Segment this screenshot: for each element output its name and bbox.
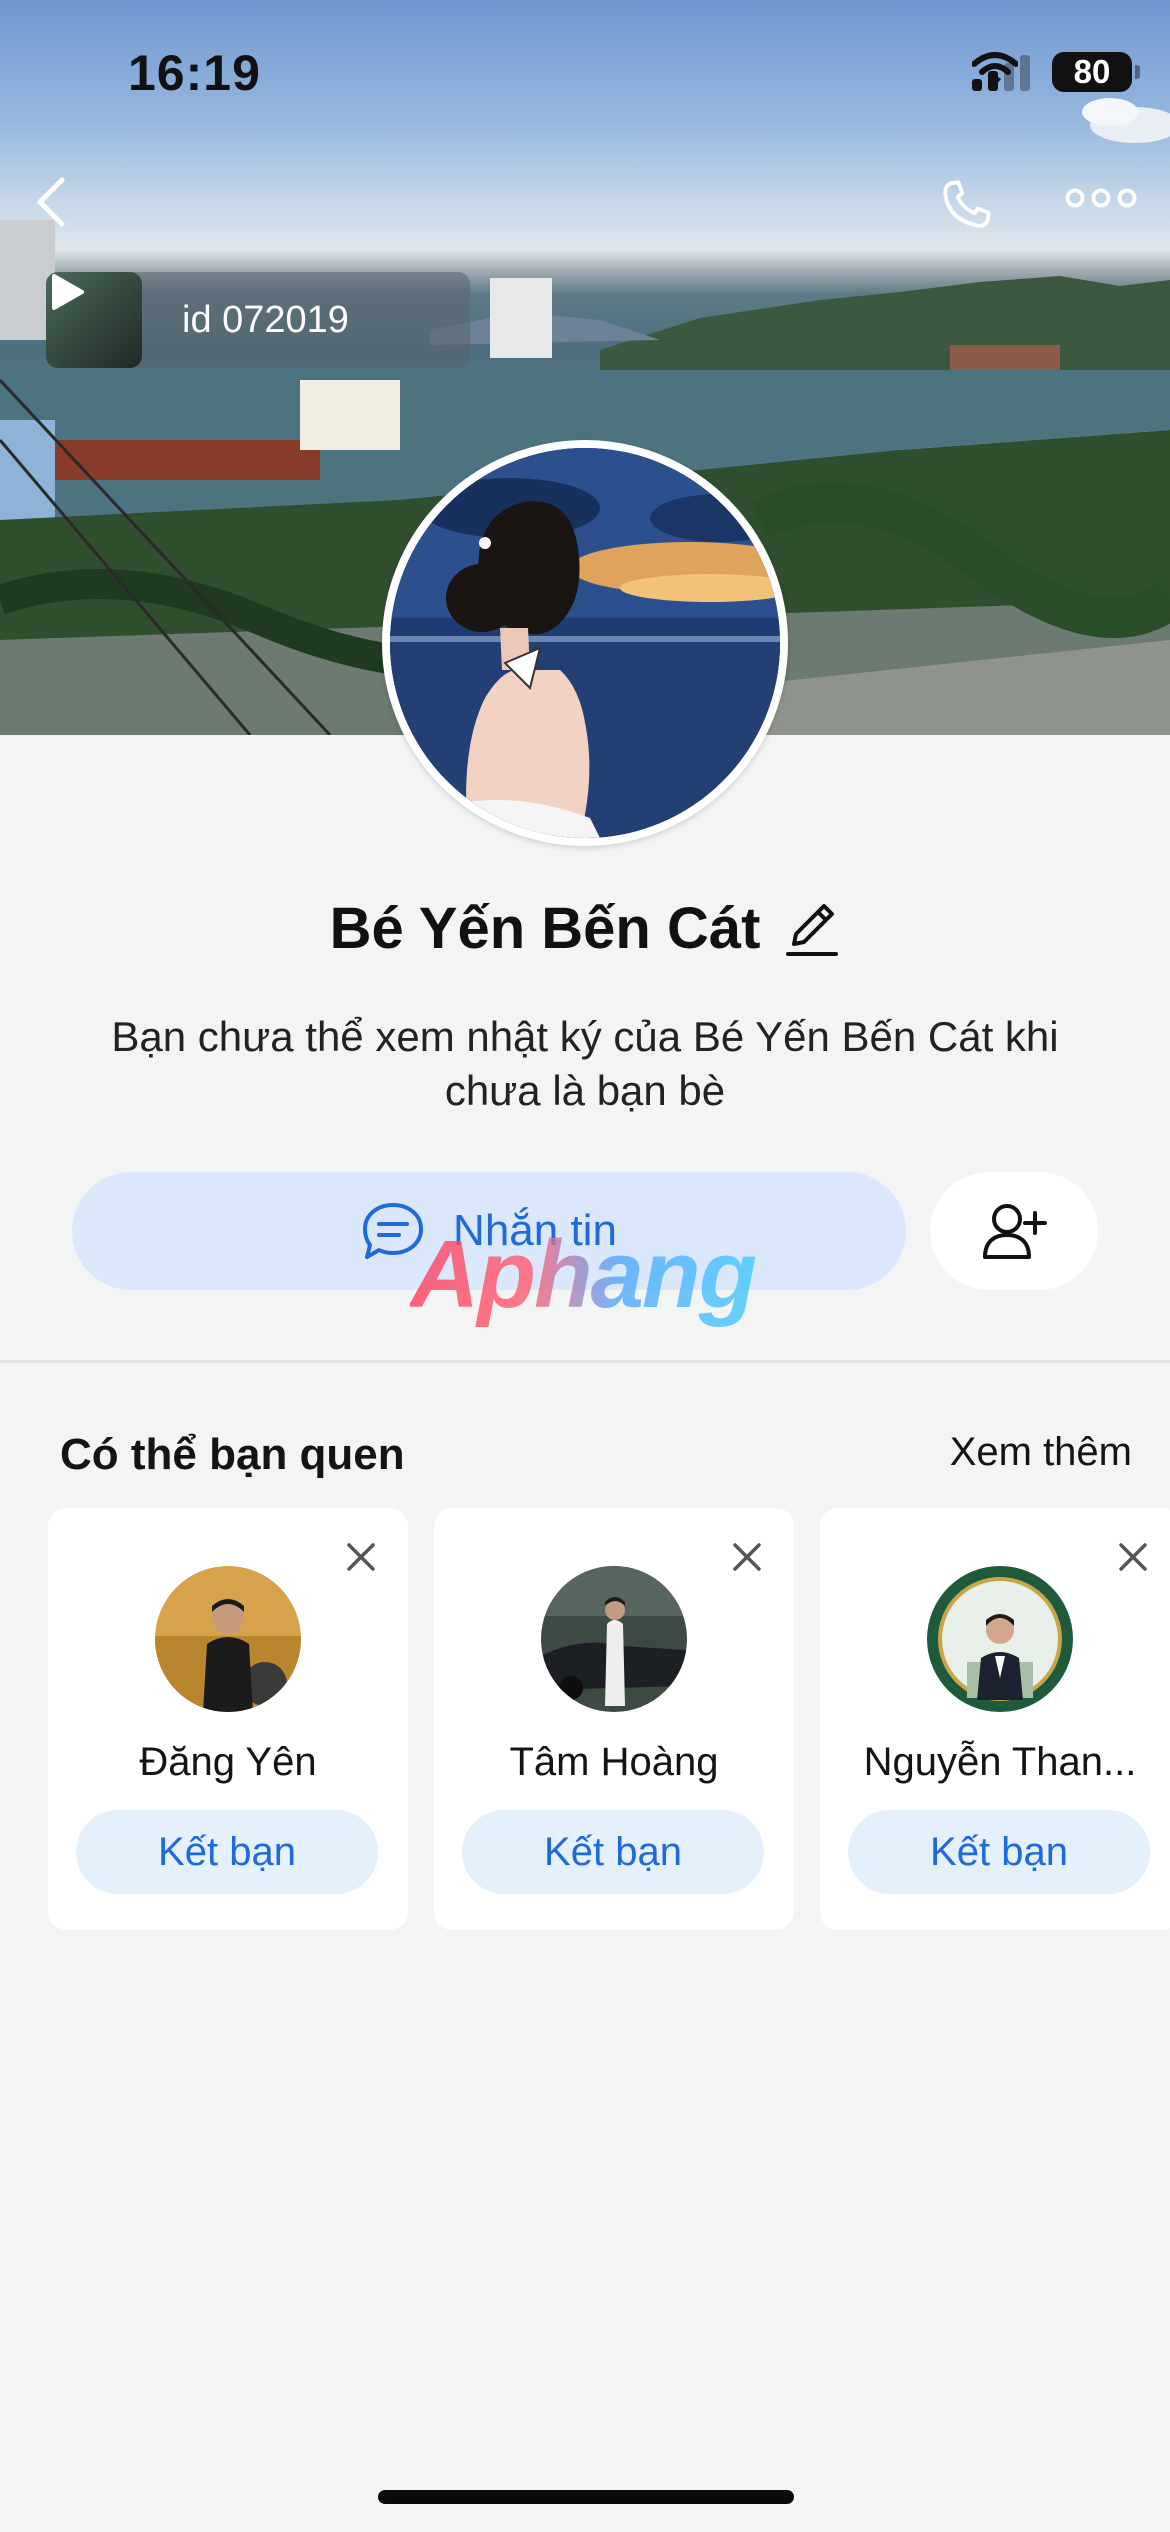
dismiss-button[interactable]	[1110, 1534, 1156, 1580]
add-friend-chip[interactable]: Kết bạn	[462, 1810, 764, 1894]
chevron-left-icon	[37, 177, 65, 227]
add-friend-button[interactable]	[930, 1172, 1098, 1290]
suggestion-card[interactable]: Đăng Yên Kết bạn	[48, 1508, 408, 1930]
dismiss-button[interactable]	[338, 1534, 384, 1580]
close-icon	[347, 1543, 375, 1571]
profile-name-row: Bé Yến Bến Cát	[0, 895, 1170, 962]
avatar-illustration	[390, 448, 780, 838]
close-icon	[1119, 1543, 1147, 1571]
add-friend-chip[interactable]: Kết bạn	[76, 1810, 378, 1894]
dismiss-button[interactable]	[724, 1534, 770, 1580]
suggestion-name: Tâm Hoàng	[509, 1740, 719, 1784]
status-icons: 80	[972, 52, 1140, 92]
battery-icon: 80	[1052, 52, 1140, 92]
battery-level: 80	[1073, 53, 1111, 90]
video-label: id 072019	[182, 298, 349, 341]
avatar-photo	[155, 1566, 301, 1712]
suggestion-name: Nguyễn Than...	[863, 1740, 1137, 1784]
back-button[interactable]	[36, 176, 88, 236]
avatar[interactable]	[155, 1566, 301, 1712]
watermark-logo: Aphang	[410, 1221, 757, 1328]
close-icon	[733, 1543, 761, 1571]
add-user-icon	[983, 1204, 1047, 1259]
pencil-icon	[786, 903, 839, 956]
more-horizontal-icon	[1065, 188, 1137, 208]
phone-icon	[943, 180, 991, 228]
avatar[interactable]	[927, 1566, 1073, 1712]
privacy-note: Bạn chưa thể xem nhật ký của Bé Yến Bến …	[111, 1013, 1059, 1114]
suggestions-title: Có thể bạn quen	[60, 1430, 405, 1479]
avatar[interactable]	[541, 1566, 687, 1712]
suggestion-card[interactable]: Tâm Hoàng Kết bạn	[434, 1508, 794, 1930]
add-friend-chip[interactable]: Kết bạn	[848, 1810, 1150, 1894]
call-button[interactable]	[935, 174, 1005, 244]
edit-name-button[interactable]	[784, 898, 840, 960]
status-time: 16:19	[128, 45, 261, 101]
wifi-icon	[972, 52, 1018, 86]
avatar-photo	[541, 1566, 687, 1712]
play-icon	[52, 274, 84, 310]
video-thumbnail	[46, 272, 142, 368]
home-indicator[interactable]	[378, 2490, 794, 2504]
avatar-photo	[927, 1566, 1073, 1712]
section-divider	[0, 1360, 1170, 1363]
suggestion-name: Đăng Yên	[139, 1740, 317, 1784]
more-button[interactable]	[1065, 186, 1145, 226]
suggestion-list: Đăng Yên Kết bạn Tâm Hoàng Kết bạn Nguyễ…	[48, 1508, 1170, 1930]
see-more-link[interactable]: Xem thêm	[950, 1430, 1132, 1475]
profile-avatar[interactable]	[382, 440, 788, 846]
suggestion-card[interactable]: Nguyễn Than... Kết bạn	[820, 1508, 1170, 1930]
profile-name: Bé Yến Bến Cát	[329, 896, 761, 961]
video-chip[interactable]: id 072019	[46, 272, 470, 368]
